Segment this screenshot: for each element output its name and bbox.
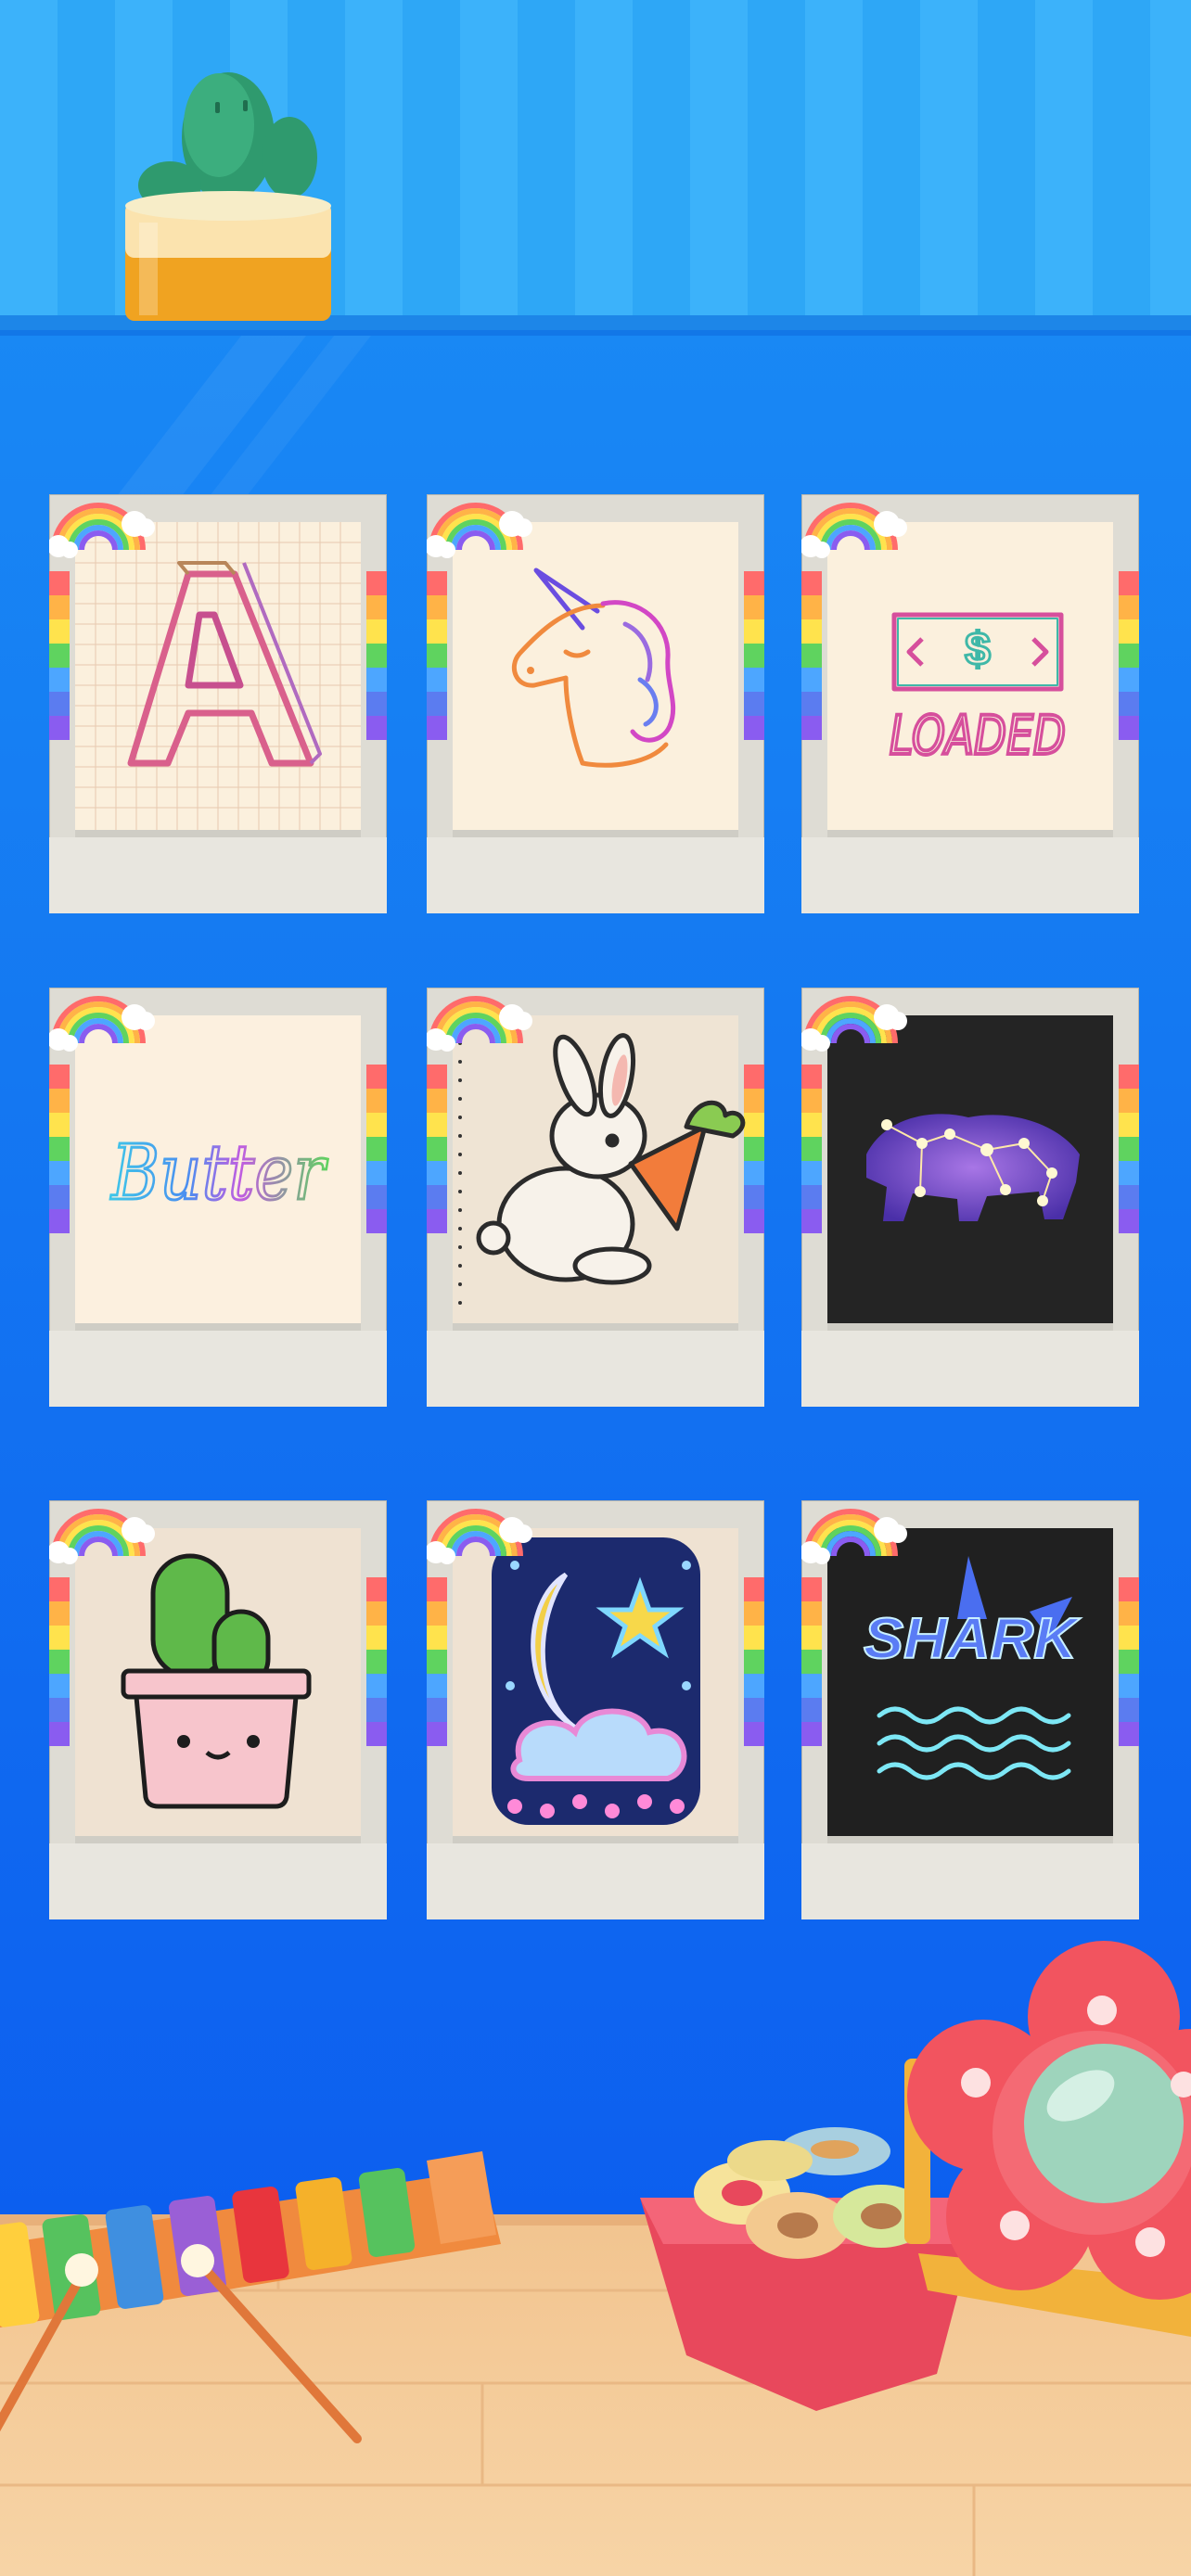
game-screen: $ LOADED Butter SHARK <box>0 0 1191 2576</box>
drawing-card-letter-a[interactable] <box>49 494 387 913</box>
rainbow-stripe-left <box>49 571 70 740</box>
drawing-card-bunny[interactable] <box>427 988 764 1407</box>
moon-star-cloud-art <box>492 1537 700 1825</box>
drawing-card-cactus[interactable] <box>49 1500 387 1919</box>
butter-script-text: Butter <box>109 1129 328 1218</box>
bill-dollar-sign: $ <box>965 623 991 675</box>
drawing-card-butter[interactable]: Butter <box>49 988 387 1407</box>
constellation-bear-art <box>866 1114 1080 1221</box>
rainbow-stripe-right <box>366 571 387 740</box>
drawing-card-unicorn[interactable] <box>427 494 764 913</box>
drawing-card-moon[interactable] <box>427 1500 764 1919</box>
loaded-text: LOADED <box>890 704 1066 767</box>
shark-text: SHARK <box>864 1607 1081 1671</box>
drawing-card-bear[interactable] <box>801 988 1139 1407</box>
drawing-card-loaded[interactable]: $ LOADED <box>801 494 1139 913</box>
drawing-card-shark[interactable]: SHARK <box>801 1500 1139 1919</box>
